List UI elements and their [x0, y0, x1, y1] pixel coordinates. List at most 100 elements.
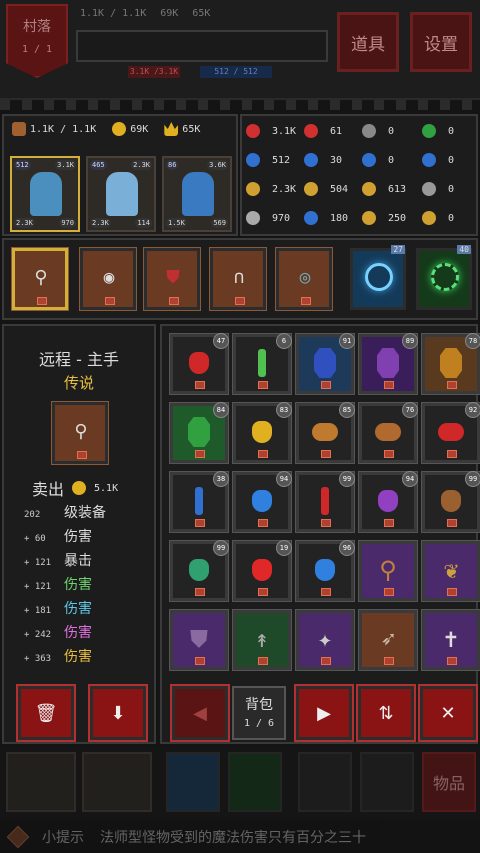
settings-button[interactable]: 设置 [410, 12, 472, 72]
items-button[interactable]: 道具 [337, 12, 399, 72]
divider [0, 100, 480, 110]
close-button[interactable]: ✕ [418, 684, 478, 742]
skill-slot-2[interactable]: 40 [416, 245, 472, 310]
item-thumb-2 [360, 752, 414, 812]
equip-slot-ring[interactable]: ◎ [275, 247, 333, 311]
lock-icon [195, 657, 205, 665]
tip-bar: 小提示 法师型怪物受到的魔法伤害只有百分之三十 [0, 820, 480, 853]
inventory-slot[interactable]: ✝ [421, 609, 480, 671]
inventory-slot[interactable]: ⛊ [169, 609, 229, 671]
stack-count-badge: 83 [276, 402, 292, 418]
inventory-slot[interactable]: 83 [232, 402, 292, 464]
stat-value: 504 [330, 183, 349, 195]
stat-line-label: 级装备 [64, 505, 106, 521]
lock-icon [321, 657, 331, 665]
prev-page-button[interactable]: ◀ [170, 684, 230, 742]
inventory-slot[interactable]: 99 [295, 471, 355, 533]
stack-count-badge: 94 [402, 471, 418, 487]
stat-line-value: 202 [24, 510, 41, 520]
stack-count-badge: 19 [276, 540, 292, 556]
inventory-slot[interactable]: ↟ [232, 609, 292, 671]
gold-coin-icon [112, 122, 127, 136]
stat-line-label: 伤害 [64, 625, 92, 641]
lock-icon [195, 519, 205, 527]
equip-slot-necklace[interactable]: ∩ [209, 247, 267, 311]
hero-attack: 1.5K [166, 218, 187, 228]
vial-icon [244, 345, 280, 381]
skill-slot-1[interactable]: 27 [350, 245, 406, 310]
inventory-slot[interactable]: 19 [232, 540, 292, 602]
gem-icon [181, 414, 217, 450]
stat-help: 0 [362, 124, 394, 138]
mana-potion-icon [304, 153, 318, 167]
potion-icon [244, 414, 280, 450]
stat-value: 0 [448, 212, 455, 224]
stat-line-label: 伤害 [64, 649, 92, 665]
skill-spirit-icon [365, 263, 393, 291]
tip-text: 法师型怪物受到的魔法伤害只有百分之三十 [100, 829, 366, 846]
stat-line-label: 暴击 [64, 553, 92, 569]
inventory-slot[interactable]: 94 [358, 471, 418, 533]
stat-line: + 363 伤害 [24, 646, 92, 666]
inventory-slot[interactable]: 96 [295, 540, 355, 602]
stat-line-value: + 121 [24, 582, 52, 592]
inventory-slot[interactable]: 76 [358, 402, 418, 464]
lock-icon [447, 588, 457, 596]
stat-value: 970 [272, 212, 291, 224]
inventory-slot[interactable]: 38 [169, 471, 229, 533]
item-rarity: 传说 [63, 374, 94, 392]
next-page-button[interactable]: ▶ [294, 684, 354, 742]
gem-icon [370, 345, 406, 381]
stat-line: + 181 伤害 [24, 598, 92, 618]
inventory-slot[interactable]: 85 [295, 402, 355, 464]
hero-card-2[interactable]: 465 2.3K 2.3K 114 [86, 156, 156, 232]
stat-value: 0 [388, 154, 395, 166]
move-down-button[interactable]: ⬇ [88, 684, 148, 742]
inventory-slot[interactable]: 91 [295, 333, 355, 395]
bow-icon: ➶ [380, 625, 396, 653]
location-banner[interactable]: 村落 1 / 1 [6, 4, 68, 78]
inventory-slot[interactable]: 94 [232, 471, 292, 533]
stat-blue-cross: 0 [422, 153, 454, 167]
inventory-slot[interactable]: 84 [169, 402, 229, 464]
hero-card-1[interactable]: 512 3.1K 2.3K 970 [10, 156, 80, 232]
sell-label: 卖出 [32, 480, 65, 499]
inventory-slot[interactable]: ➶ [358, 609, 418, 671]
stat-value: 0 [448, 154, 455, 166]
blue-cross-icon [422, 153, 436, 167]
inventory-slot[interactable]: ✦ [295, 609, 355, 671]
lock-icon [447, 657, 457, 665]
potion-icon [433, 483, 469, 519]
inventory-slot[interactable]: 99 [169, 540, 229, 602]
sort-button[interactable]: ⇅ [356, 684, 416, 742]
inventory-slot[interactable]: 99 [421, 471, 480, 533]
stat-line: + 121 伤害 [24, 574, 92, 594]
lock-icon [105, 297, 115, 305]
inventory-slot[interactable]: 78 [421, 333, 480, 395]
gold-cross-icon [362, 182, 376, 196]
inventory-slot[interactable]: 89 [358, 333, 418, 395]
party-crown: 65K [182, 123, 201, 135]
equip-slot-armor[interactable]: ⛊ [143, 247, 201, 311]
equip-slot-weapon[interactable]: ⚲ [11, 247, 69, 311]
stack-count-badge: 84 [213, 402, 229, 418]
hero-card-3[interactable]: 86 3.6K 1.5K 569 [162, 156, 232, 232]
items-tab-button[interactable]: 物品 [422, 752, 476, 812]
equip-slot-offhand[interactable]: ◉ [79, 247, 137, 311]
lock-icon [321, 381, 331, 389]
amulet-icon: ❦ [443, 556, 459, 584]
inventory-slot[interactable]: 6 [232, 333, 292, 395]
stat-max-mp: 512 [246, 153, 290, 167]
inventory-slot[interactable]: 92 [421, 402, 480, 464]
vial-icon [181, 483, 217, 519]
potion-icon [181, 345, 217, 381]
inventory-slot[interactable]: ❦ [421, 540, 480, 602]
discard-button[interactable]: 🗑 [16, 684, 76, 742]
stack-count-badge: 85 [339, 402, 355, 418]
inventory-slot[interactable]: 47 [169, 333, 229, 395]
lock-icon [384, 519, 394, 527]
inventory-slot[interactable]: ⚲ [358, 540, 418, 602]
stack-count-badge: 94 [276, 471, 292, 487]
lock-icon [301, 297, 311, 305]
stat-value: 512 [272, 154, 291, 166]
